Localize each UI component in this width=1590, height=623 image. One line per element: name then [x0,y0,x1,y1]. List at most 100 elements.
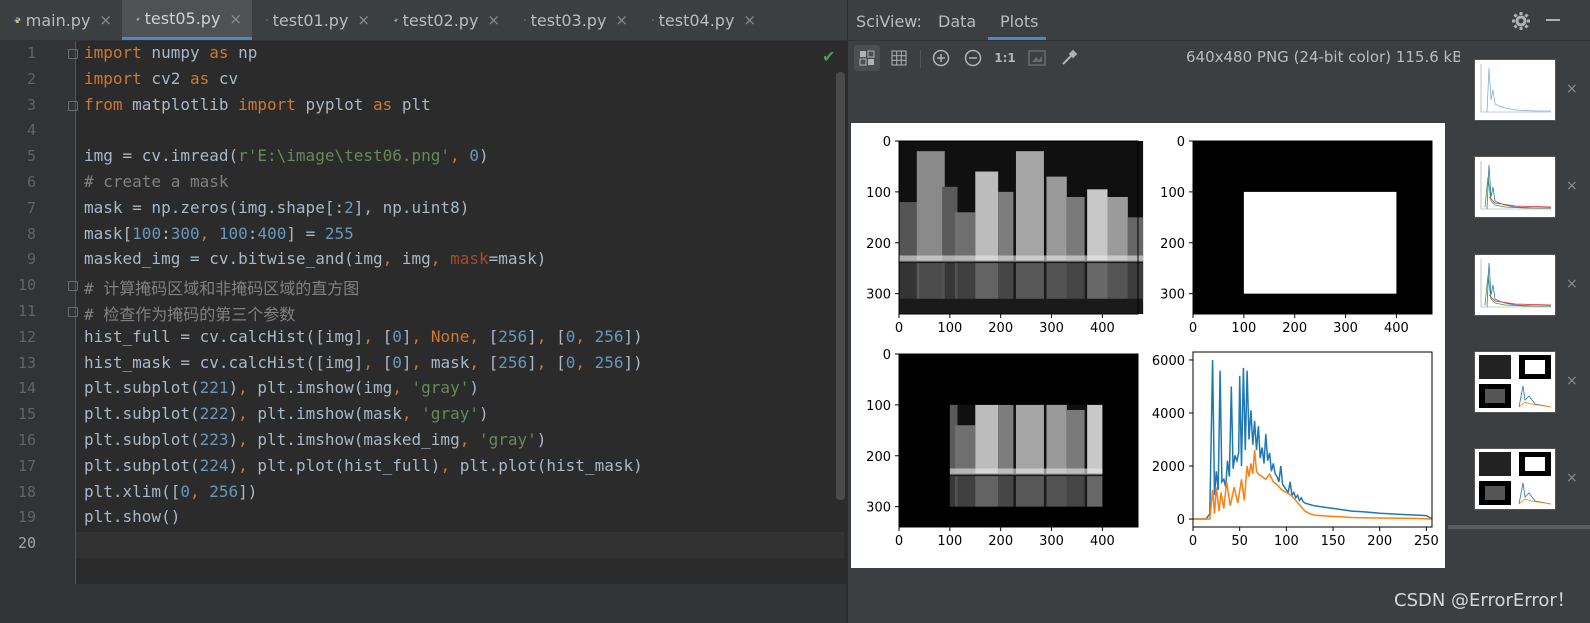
fit-window-icon[interactable] [1024,45,1050,71]
code-line[interactable]: plt.subplot(221), plt.imshow(img, 'gray'… [84,378,479,397]
reflection-shape [975,263,999,299]
tab-test05-py[interactable]: test05.py × [122,0,252,40]
y-tick-label: 0 [1177,135,1185,150]
reflection-shape [975,476,999,507]
editor-tab-bar: main.py × test05.py × test01.py × test02.py × te… [0,0,860,41]
close-icon[interactable]: × [1566,373,1578,389]
close-icon[interactable]: × [743,11,756,29]
code-line[interactable]: import numpy as np [84,43,257,62]
python-file-icon [652,19,654,21]
close-icon[interactable]: × [99,11,112,29]
color-picker-icon[interactable] [1056,45,1082,71]
code-token: , [238,404,258,424]
inspection-ok-icon[interactable]: ✔ [822,47,835,66]
tab-plots[interactable]: Plots [1000,12,1039,31]
code-token: [ [488,326,499,346]
code-line[interactable]: # 计算掩码区域和非掩码区域的直方图 [84,275,359,299]
code-token: , [469,326,489,346]
code-token: ] [401,352,412,372]
code-line[interactable]: mask = np.zeros(img.shape[:2], np.uint8) [84,198,469,217]
line-number: 16 [17,431,36,449]
line-number: 9 [26,250,36,269]
close-icon[interactable]: × [1566,470,1578,486]
code-line[interactable]: masked_img = cv.bitwise_and(img, img, ma… [84,249,546,268]
tab-test04-py[interactable]: test04.py × [638,0,766,40]
code-token: =mask) [488,249,547,269]
plot-thumbnail[interactable] [1474,156,1556,218]
code-token: ) [478,404,489,424]
code-line[interactable]: # 检查作为掩码的第三个参数 [84,301,295,325]
code-line[interactable]: plt.subplot(223), plt.imshow(masked_img,… [84,430,546,449]
code-token: as [189,68,210,88]
building-shape [954,425,976,474]
grid-icon[interactable] [886,45,912,71]
code-line[interactable]: import cv2 as cv [84,69,238,88]
close-icon[interactable]: × [1566,276,1578,292]
code-line[interactable]: img = cv.imread(r'E:\image\test06.png', … [84,146,489,165]
close-icon[interactable]: × [1566,81,1578,97]
zoom-in-icon[interactable] [928,45,954,71]
subplot-4 [1189,351,1433,531]
tab-test01-py[interactable]: test01.py × [252,0,380,40]
close-icon[interactable]: × [229,10,242,28]
line-number-gutter: 1 2 3 4 5 6 7 8 9 10 11 12 13 14 15 16 17 18 19 20 [0,41,78,623]
code-token: img [401,249,431,269]
code-token: img = cv.imread( [84,146,239,166]
code-line[interactable]: # create a mask [84,172,229,191]
line-number: 4 [26,121,36,140]
plot-thumbnail[interactable] [1474,254,1556,316]
actual-size-button[interactable]: 1:1 [992,45,1018,71]
x-tick-label: 400 [1090,321,1115,336]
code-token: cv2 [141,68,190,88]
code-line[interactable]: hist_mask = cv.calcHist([img], [0], mask… [84,353,643,372]
code-line[interactable]: plt.xlim([0, 256]) [84,482,257,501]
fold-marker-icon[interactable] [68,100,78,111]
tab-data[interactable]: Data [938,12,976,31]
reflection-shape [1015,263,1044,299]
code-token: r'E:\image\test06.png' [238,146,451,166]
code-token: ] [401,326,412,346]
code-line[interactable]: from matplotlib import pyplot as plt [84,95,431,114]
code-line[interactable]: mask[100:300, 100:400] = 255 [84,224,354,243]
close-icon[interactable]: × [1566,178,1578,194]
code-token: from [84,94,123,114]
gear-icon[interactable] [1512,12,1530,30]
chessboard-icon[interactable] [854,45,880,71]
plot-thumbnail[interactable] [1474,59,1556,121]
zoom-out-icon[interactable] [960,45,986,71]
reflection-shape [1127,263,1144,299]
code-line[interactable]: plt.show() [84,507,180,526]
tab-label: test04.py [658,10,735,30]
tab-main-py[interactable]: main.py × [0,0,122,40]
code-line[interactable]: plt.subplot(224), plt.plot(hist_full), p… [84,456,643,475]
code-line[interactable]: plt.subplot(222), plt.imshow(mask, 'gray… [84,404,489,423]
code-token: hist_full = cv.calcHist([img] [84,326,364,346]
tab-test02-py[interactable]: test02.py × [380,0,510,40]
tab-test03-py[interactable]: test03.py × [510,0,638,40]
building-shape [1015,151,1044,261]
code-token: plt.show() [84,507,181,527]
close-icon[interactable]: × [357,11,370,29]
plot-thumbnail[interactable] [1474,351,1556,413]
close-icon[interactable]: × [615,11,628,29]
fold-marker-icon[interactable] [68,307,78,317]
fold-marker-icon[interactable] [68,281,78,292]
code-token: # 计算掩码区域和非掩码区域的直方图 [84,279,360,299]
tab-label: test05.py [144,9,221,28]
fold-marker-icon[interactable] [68,49,78,59]
code-token: : [247,223,258,243]
code-line[interactable]: hist_full = cv.calcHist([img], [0], None… [84,327,643,346]
x-tick-label: 0 [895,534,903,549]
x-tick-label: 300 [1039,534,1064,549]
close-icon[interactable]: × [487,11,500,29]
minimize-icon[interactable] [1546,19,1560,21]
code-area[interactable]: import numpy as np import cv2 as cv from m… [84,41,844,623]
thumbnail-scrollbar[interactable] [1448,525,1590,529]
sciview-title: SciView: [856,12,922,31]
reflection-shape [998,263,1014,299]
code-token: , [382,249,402,269]
reflection-shape [1066,263,1085,299]
reflection-shape [1046,476,1067,507]
plot-thumbnail[interactable] [1474,448,1556,510]
editor-scrollbar[interactable] [836,72,845,500]
